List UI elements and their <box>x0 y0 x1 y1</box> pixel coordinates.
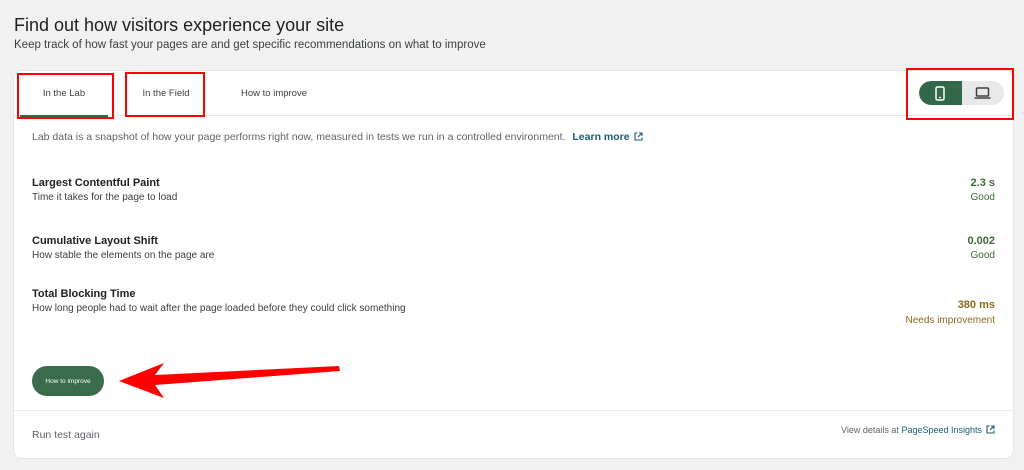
pagespeed-insights-link[interactable]: PageSpeed Insights <box>901 425 995 435</box>
metric-lcp: Largest Contentful Paint Time it takes f… <box>32 177 995 209</box>
metric-description: How stable the elements on the page are <box>32 250 215 261</box>
device-toggle <box>919 81 1004 105</box>
lab-intro: Lab data is a snapshot of how your page … <box>32 131 643 143</box>
external-link-icon <box>986 425 995 434</box>
metric-name: Total Blocking Time <box>32 288 136 300</box>
card-footer: Run test again View details at PageSpeed… <box>14 410 1013 458</box>
how-to-improve-button[interactable]: How to improve <box>32 366 104 396</box>
lab-intro-text: Lab data is a snapshot of how your page … <box>32 131 566 143</box>
external-link-icon <box>634 132 643 141</box>
view-details: View details at PageSpeed Insights <box>841 425 995 435</box>
metric-description: How long people had to wait after the pa… <box>32 303 406 314</box>
metric-description: Time it takes for the page to load <box>32 192 178 203</box>
tab-how-to-improve[interactable]: How to improve <box>224 71 324 116</box>
annotation-arrow <box>119 363 340 398</box>
mobile-icon <box>935 85 945 101</box>
mobile-device-button[interactable] <box>919 81 962 105</box>
metric-value: 2.3 s <box>970 177 995 189</box>
metric-value: 0.002 <box>967 235 995 247</box>
run-test-again-button[interactable]: Run test again <box>32 429 100 441</box>
metric-value: 380 ms <box>957 299 995 311</box>
view-details-prefix: View details at <box>841 425 899 435</box>
tab-in-the-field[interactable]: In the Field <box>128 73 204 113</box>
desktop-device-button[interactable] <box>962 81 1005 105</box>
learn-more-link[interactable]: Learn more <box>572 131 643 143</box>
tab-in-the-lab[interactable]: In the Lab <box>20 71 108 117</box>
metric-name: Cumulative Layout Shift <box>32 235 158 247</box>
laptop-icon <box>974 87 991 99</box>
metric-status: Good <box>970 250 995 261</box>
page-title: Find out how visitors experience your si… <box>14 15 345 35</box>
metric-tbt: Total Blocking Time How long people had … <box>32 288 995 330</box>
lab-data-card: In the Lab In the Field How to improve L… <box>14 71 1013 458</box>
metric-cls: Cumulative Layout Shift How stable the e… <box>32 235 995 267</box>
tabs-bar: In the Lab In the Field How to improve <box>14 71 1013 117</box>
page-subtitle: Keep track of how fast your pages are an… <box>14 39 486 51</box>
metric-name: Largest Contentful Paint <box>32 177 160 189</box>
metric-status: Good <box>970 192 995 203</box>
metric-status: Needs improvement <box>905 315 995 326</box>
